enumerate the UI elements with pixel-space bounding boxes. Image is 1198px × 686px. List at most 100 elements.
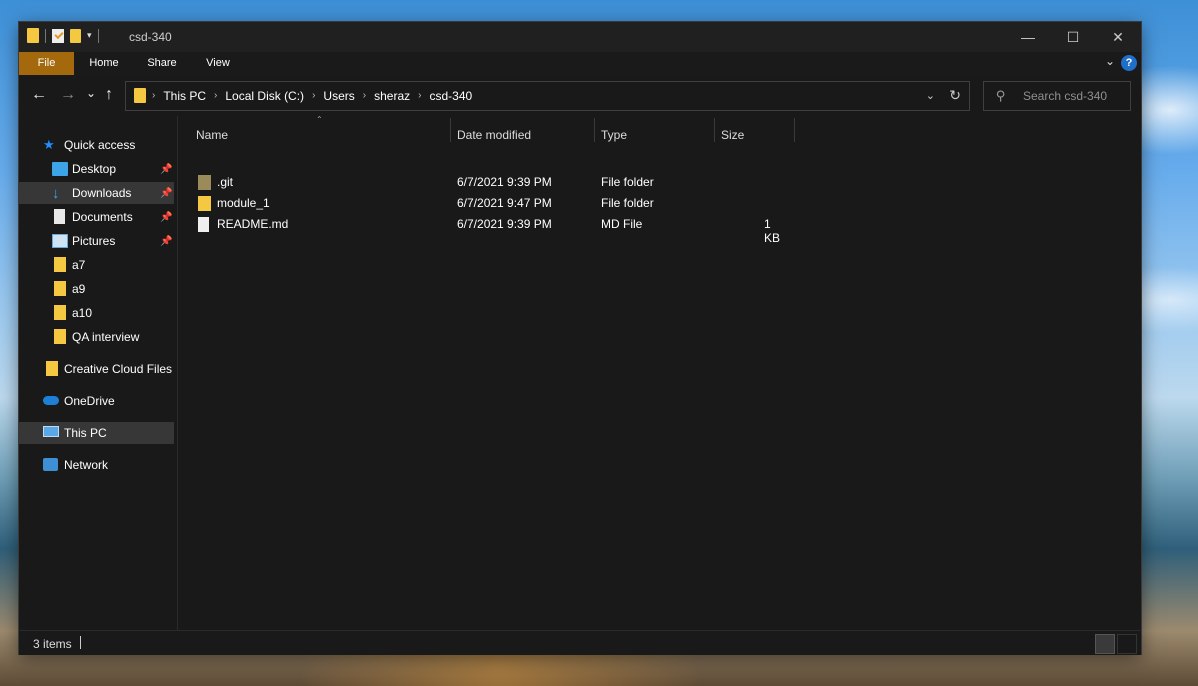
desktop-icon bbox=[52, 162, 68, 176]
address-bar[interactable]: › This PC › Local Disk (C:) › Users › sh… bbox=[125, 81, 970, 111]
divider bbox=[45, 28, 46, 43]
downloads-icon: ↓ bbox=[52, 184, 60, 202]
git-folder-icon bbox=[198, 175, 211, 190]
close-button[interactable]: ✕ bbox=[1095, 22, 1141, 52]
pin-icon[interactable]: 📌 bbox=[160, 212, 172, 223]
breadcrumb-local-disk[interactable]: Local Disk (C:) bbox=[219, 89, 310, 103]
file-explorer-window: ▾ csd-340 — ☐ ✕ File Home Share View ⌄ ?… bbox=[19, 22, 1141, 655]
sidebar-item-pictures[interactable]: Pictures 📌 bbox=[19, 230, 174, 252]
tab-view[interactable]: View bbox=[199, 52, 237, 75]
sidebar-item-creative-cloud[interactable]: Creative Cloud Files bbox=[19, 358, 174, 380]
file-date: 6/7/2021 9:39 PM bbox=[457, 175, 552, 189]
chevron-right-icon[interactable]: › bbox=[212, 90, 219, 101]
folder-icon bbox=[198, 196, 211, 211]
column-header-name[interactable]: Name bbox=[196, 128, 228, 142]
sidebar-item-label: Pictures bbox=[72, 234, 116, 248]
chevron-right-icon[interactable]: › bbox=[310, 90, 317, 101]
breadcrumb: › This PC › Local Disk (C:) › Users › sh… bbox=[134, 88, 478, 103]
sidebar-item-label: OneDrive bbox=[64, 394, 115, 408]
file-icon bbox=[198, 217, 209, 232]
column-header-date-modified[interactable]: Date modified bbox=[457, 128, 531, 142]
breadcrumb-this-pc[interactable]: This PC bbox=[157, 89, 212, 103]
chevron-right-icon[interactable]: › bbox=[361, 90, 368, 101]
file-type: MD File bbox=[601, 217, 643, 231]
sidebar-item-network[interactable]: Network bbox=[19, 454, 174, 476]
sidebar-item-onedrive[interactable]: OneDrive bbox=[19, 390, 174, 412]
folder-icon bbox=[54, 257, 66, 272]
status-bar: 3 items bbox=[19, 630, 1141, 655]
sidebar-item-label: QA interview bbox=[72, 330, 140, 344]
refresh-icon[interactable]: ↻ bbox=[949, 87, 961, 104]
minimize-button[interactable]: — bbox=[1005, 22, 1051, 52]
folder-icon bbox=[54, 281, 66, 296]
folder-icon bbox=[134, 88, 146, 103]
details-view-icon[interactable] bbox=[1095, 634, 1115, 654]
file-row[interactable]: .git 6/7/2021 9:39 PM File folder bbox=[188, 171, 788, 192]
forward-arrow-icon[interactable]: → bbox=[60, 86, 76, 104]
pin-icon[interactable]: 📌 bbox=[160, 164, 172, 175]
column-header-type[interactable]: Type bbox=[601, 128, 627, 142]
file-row[interactable]: README.md 6/7/2021 9:39 PM MD File 1 KB bbox=[188, 213, 788, 245]
search-box[interactable]: ⚲ Search csd-340 bbox=[983, 81, 1131, 111]
sidebar-item-a10[interactable]: a10 bbox=[19, 302, 174, 324]
breadcrumb-csd-340[interactable]: csd-340 bbox=[423, 89, 478, 103]
sidebar-item-this-pc[interactable]: This PC bbox=[19, 422, 174, 444]
quick-access-toolbar: ▾ bbox=[27, 28, 99, 43]
sidebar-item-label: Creative Cloud Files bbox=[64, 362, 173, 376]
sidebar-item-documents[interactable]: Documents 📌 bbox=[19, 206, 174, 228]
properties-icon[interactable] bbox=[52, 28, 64, 43]
pin-icon[interactable]: 📌 bbox=[160, 188, 172, 199]
sidebar-item-label: Downloads bbox=[72, 186, 132, 200]
file-row[interactable]: module_1 6/7/2021 9:47 PM File folder bbox=[188, 192, 788, 213]
sidebar-item-a9[interactable]: a9 bbox=[19, 278, 174, 300]
tab-home[interactable]: Home bbox=[83, 52, 125, 75]
window-title: csd-340 bbox=[129, 30, 172, 44]
up-arrow-icon[interactable]: ↑ bbox=[105, 86, 113, 104]
cloud-icon bbox=[43, 396, 59, 405]
pin-icon[interactable]: 📌 bbox=[160, 236, 172, 247]
creative-cloud-folder-icon bbox=[46, 361, 58, 376]
new-folder-icon[interactable] bbox=[70, 28, 81, 43]
column-divider[interactable] bbox=[594, 118, 595, 142]
help-icon[interactable]: ? bbox=[1121, 55, 1137, 71]
sidebar-item-downloads[interactable]: ↓ Downloads 📌 bbox=[19, 182, 174, 204]
address-history-chevron-icon[interactable]: ⌄ bbox=[926, 89, 935, 102]
network-icon bbox=[43, 458, 58, 471]
file-date: 6/7/2021 9:39 PM bbox=[457, 217, 552, 231]
sidebar-item-qa-interview[interactable]: QA interview bbox=[19, 326, 174, 348]
breadcrumb-users[interactable]: Users bbox=[317, 89, 360, 103]
maximize-button[interactable]: ☐ bbox=[1050, 22, 1096, 52]
sidebar-item-label: Desktop bbox=[72, 162, 117, 176]
sidebar-item-label: Quick access bbox=[64, 138, 136, 152]
recent-locations-chevron-icon[interactable]: ⌄ bbox=[86, 84, 96, 102]
sidebar-item-quick-access[interactable]: ★ Quick access bbox=[19, 134, 174, 156]
file-name: .git bbox=[217, 175, 234, 189]
expand-ribbon-chevron-icon[interactable]: ⌄ bbox=[1105, 54, 1115, 68]
star-icon: ★ bbox=[43, 137, 55, 152]
large-icons-view-icon[interactable] bbox=[1117, 634, 1137, 654]
column-divider[interactable] bbox=[714, 118, 715, 142]
back-arrow-icon[interactable]: ← bbox=[31, 86, 47, 104]
folder-icon bbox=[54, 329, 66, 344]
chevron-right-icon[interactable]: › bbox=[150, 90, 157, 101]
search-placeholder: Search csd-340 bbox=[1023, 89, 1108, 103]
chevron-right-icon[interactable]: › bbox=[416, 90, 423, 101]
sidebar-item-a7[interactable]: a7 bbox=[19, 254, 174, 276]
divider bbox=[80, 636, 81, 649]
divider bbox=[97, 28, 99, 43]
tab-share[interactable]: Share bbox=[141, 52, 183, 75]
customize-toolbar-chevron-icon[interactable]: ▾ bbox=[87, 30, 92, 41]
search-icon: ⚲ bbox=[996, 88, 1006, 103]
item-count: 3 items bbox=[33, 637, 72, 651]
sidebar-item-label: This PC bbox=[64, 426, 107, 440]
sidebar-item-label: a9 bbox=[72, 282, 86, 296]
sidebar-item-label: Network bbox=[64, 458, 109, 472]
tab-file[interactable]: File bbox=[19, 52, 74, 75]
sort-ascending-icon: ⌃ bbox=[316, 115, 323, 124]
column-divider[interactable] bbox=[450, 118, 451, 142]
file-list: ⌃ Name Date modified Type Size .git 6/7/… bbox=[178, 115, 1141, 630]
column-header-size[interactable]: Size bbox=[721, 128, 744, 142]
column-divider[interactable] bbox=[794, 118, 795, 142]
sidebar-item-desktop[interactable]: Desktop 📌 bbox=[19, 158, 174, 180]
breadcrumb-sheraz[interactable]: sheraz bbox=[368, 89, 416, 103]
